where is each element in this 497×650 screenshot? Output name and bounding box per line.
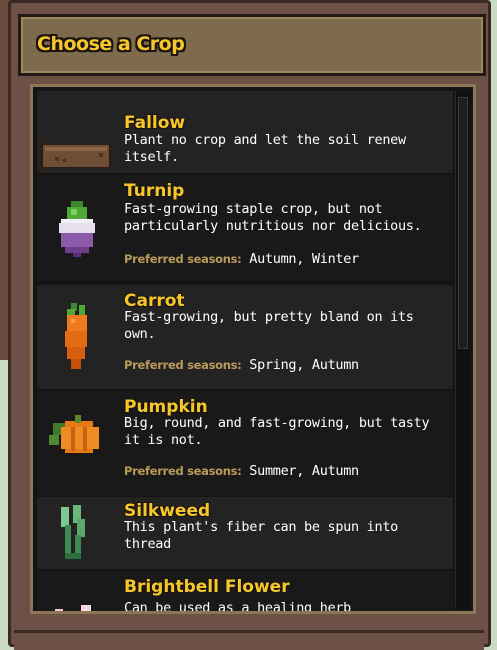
pumpkin-icon [49, 413, 101, 465]
crop-description: Fast-growing, but pretty bland on its ow… [124, 309, 414, 342]
turnip-icon [57, 201, 97, 261]
silkweed-icon [59, 505, 89, 565]
crop-description: This plant's fiber can be spun into thre… [124, 519, 398, 552]
crop-name: Fallow [124, 113, 186, 133]
seasons-label: Preferred seasons: [124, 252, 242, 266]
preferred-seasons: Preferred seasons: Summer, Autumn [124, 463, 359, 479]
dialog-title: Choose a Crop [37, 33, 185, 55]
seasons-label: Preferred seasons: [124, 358, 242, 372]
crop-item-fallow[interactable]: Fallow Plant no crop and let the soil re… [37, 91, 453, 173]
crop-list: Fallow Plant no crop and let the soil re… [30, 84, 476, 614]
crop-item-carrot[interactable]: Carrot Fast-growing, but pretty bland on… [37, 285, 453, 389]
crop-name: Silkweed [124, 501, 211, 521]
preferred-seasons: Preferred seasons: Autumn, Winter [124, 251, 359, 267]
dialog-header: Choose a Crop [18, 14, 486, 76]
seasons-value: Autumn, Winter [249, 251, 359, 267]
seasons-value: Spring, Autumn [249, 357, 359, 373]
crop-name: Pumpkin [124, 397, 208, 417]
soil-patch-icon [41, 143, 111, 173]
crop-item-turnip[interactable]: Turnip Fast-growing staple crop, but not… [37, 175, 453, 281]
crop-description: Big, round, and fast-growing, but tasty … [124, 415, 430, 448]
crop-description: Fast-growing staple crop, but not partic… [124, 201, 422, 234]
crop-name: Brightbell Flower [124, 577, 290, 597]
carrot-icon [61, 303, 93, 377]
brightbell-flower-icon [51, 603, 101, 611]
scrollbar-thumb[interactable] [458, 97, 468, 349]
list-scrollbar[interactable] [455, 91, 470, 607]
seasons-value: Summer, Autumn [249, 463, 359, 479]
dialog-bottom-edge [14, 630, 484, 650]
preferred-seasons: Preferred seasons: Spring, Autumn [124, 357, 359, 373]
crop-name: Carrot [124, 291, 185, 311]
crop-item-brightbell-flower[interactable]: Brightbell Flower Can be used as a heali… [37, 571, 453, 611]
seasons-label: Preferred seasons: [124, 464, 242, 478]
crop-item-silkweed[interactable]: Silkweed This plant's fiber can be spun … [37, 497, 453, 569]
crop-description: Can be used as a healing herb [124, 600, 352, 611]
crop-name: Turnip [124, 181, 185, 201]
crop-description: Plant no crop and let the soil renew its… [124, 132, 406, 165]
crop-item-pumpkin[interactable]: Pumpkin Big, round, and fast-growing, bu… [37, 391, 453, 495]
